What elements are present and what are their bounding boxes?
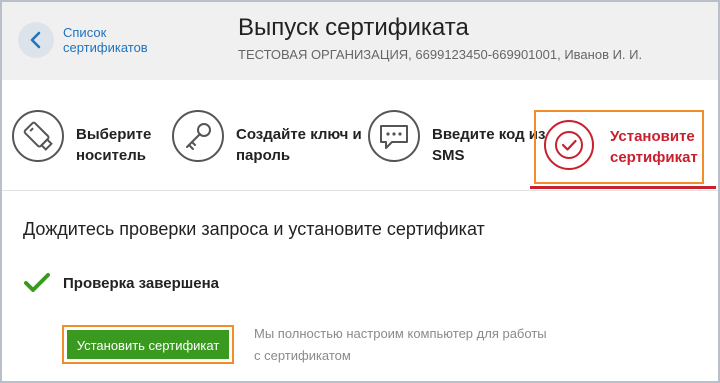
step-label: Создайте ключ и пароль xyxy=(236,126,362,164)
back-button[interactable] xyxy=(18,22,54,58)
key-icon xyxy=(172,110,224,162)
usb-token-icon xyxy=(12,110,64,162)
content-title: Дождитесь проверки запроса и установите … xyxy=(23,219,485,239)
step-label: Установите сертификат xyxy=(610,128,698,166)
check-circle-icon xyxy=(544,120,594,170)
install-button-highlight: Установить сертификат xyxy=(62,325,234,364)
checkmark-icon xyxy=(24,273,50,292)
step-install-certificate[interactable]: Установите сертификат xyxy=(534,110,704,184)
header: Список сертификатов Выпуск сертификата Т… xyxy=(2,2,718,81)
chevron-left-icon xyxy=(30,31,41,49)
organization-subtitle: ТЕСТОВАЯ ОРГАНИЗАЦИЯ, 6699123450-6699010… xyxy=(238,47,643,62)
app-window: Список сертификатов Выпуск сертификата Т… xyxy=(0,0,720,383)
page-title: Выпуск сертификата xyxy=(238,14,469,41)
back-link[interactable]: Список сертификатов xyxy=(63,25,173,55)
sms-bubble-icon xyxy=(368,110,420,162)
wizard-steps: Выберите носитель Создайте ключ и пароль xyxy=(2,80,718,191)
install-certificate-button[interactable]: Установить сертификат xyxy=(67,330,229,359)
verification-status: Проверка завершена xyxy=(63,275,220,292)
active-step-underline xyxy=(530,186,716,189)
install-hint: Мы полностью настроим компьютер для рабо… xyxy=(254,326,547,363)
